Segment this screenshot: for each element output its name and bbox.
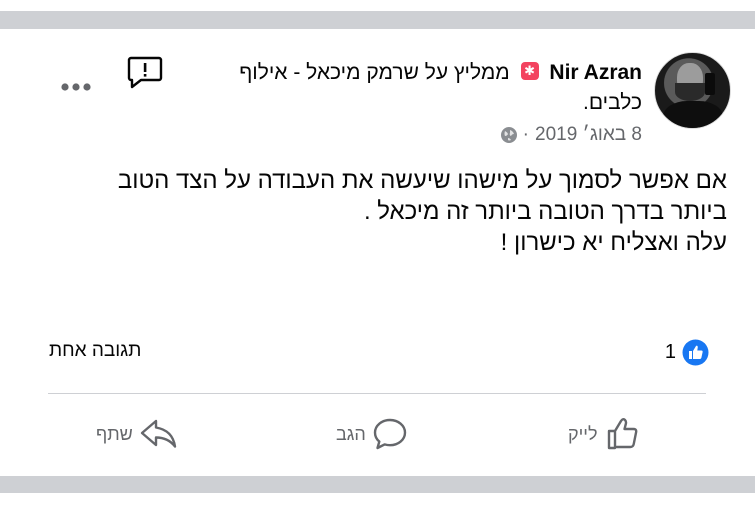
like-button-label: לייק bbox=[568, 423, 598, 444]
like-button[interactable]: לייק bbox=[568, 415, 642, 453]
share-button[interactable]: שתף bbox=[96, 415, 179, 453]
comment-button-label: הגב bbox=[336, 423, 366, 444]
reactions-count: 1 bbox=[664, 341, 676, 363]
top-band bbox=[0, 0, 755, 11]
thumbs-up-icon bbox=[607, 418, 637, 450]
post-date[interactable]: 8 באוג׳ 2019 bbox=[535, 124, 642, 146]
bottom-band bbox=[0, 493, 755, 508]
comments-count[interactable]: תגובה אחת bbox=[49, 340, 141, 362]
post-header: Nir Azran ✱ ממליץ על שרמק מיכאל - אילוף … bbox=[202, 58, 642, 118]
post-meta: 8 באוג׳ 2019 · bbox=[500, 124, 642, 146]
reactions-summary[interactable]: 1 bbox=[665, 339, 709, 366]
top-separator-bar bbox=[0, 11, 755, 29]
post-body: אם אפשר לסמוך על מישהו שיעשה את העבודה ע… bbox=[37, 165, 727, 258]
post-body-line: ביותר בדרך הטובה ביותר זה מיכאל . bbox=[363, 198, 727, 225]
comment-button[interactable]: הגב bbox=[336, 415, 408, 453]
author-avatar[interactable] bbox=[654, 52, 731, 129]
globe-icon[interactable] bbox=[500, 127, 517, 143]
like-reaction-icon bbox=[682, 339, 709, 366]
more-options-icon[interactable] bbox=[60, 82, 92, 92]
share-button-label: שתף bbox=[96, 423, 133, 444]
author-name[interactable]: Nir Azran bbox=[549, 61, 642, 84]
recommendation-badge-icon: ✱ bbox=[520, 62, 539, 81]
post-body-line: אם אפשר לסמוך על מישהו שיעשה את העבודה ע… bbox=[117, 167, 727, 194]
post-body-line: עלה ואצליח יא כישרון ! bbox=[500, 229, 727, 256]
bottom-separator-bar bbox=[0, 476, 755, 493]
meta-separator: · bbox=[522, 124, 529, 145]
actions-divider bbox=[48, 393, 706, 394]
share-arrow-icon bbox=[140, 419, 176, 448]
comment-bubble-icon bbox=[373, 418, 406, 450]
report-icon[interactable] bbox=[127, 56, 163, 89]
